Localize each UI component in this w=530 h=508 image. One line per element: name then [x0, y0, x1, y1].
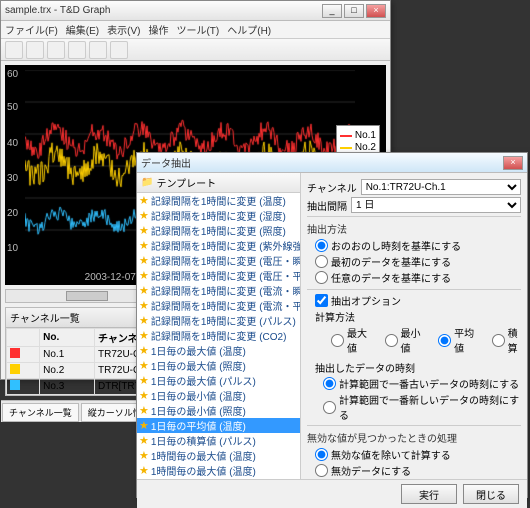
- template-item[interactable]: ★1日毎の最大値 (パルス): [137, 373, 300, 388]
- tool-5[interactable]: [89, 41, 107, 59]
- color-swatch: [10, 364, 20, 374]
- template-item[interactable]: ★記録間隔を1時間に変更 (紫外線強度): [137, 238, 300, 253]
- star-icon: ★: [139, 344, 149, 357]
- tool-6[interactable]: [110, 41, 128, 59]
- method-radio-1[interactable]: [315, 255, 328, 268]
- template-header: テンプレート: [156, 175, 216, 190]
- template-item[interactable]: ★1時間毎の最大値 (照度): [137, 478, 300, 479]
- template-item[interactable]: ★記録間隔を1時間に変更 (電流・瞬時値): [137, 283, 300, 298]
- calc-radio-max[interactable]: [331, 334, 344, 347]
- star-icon: ★: [139, 284, 149, 297]
- menubar: ファイル(F) 編集(E) 表示(V) 操作 ツール(T) ヘルプ(H): [1, 21, 390, 39]
- template-item[interactable]: ★記録間隔を1時間に変更 (パルス): [137, 313, 300, 328]
- star-icon: ★: [139, 374, 149, 387]
- template-item[interactable]: ★記録間隔を1時間に変更 (電圧・平均値): [137, 268, 300, 283]
- tool-2[interactable]: [26, 41, 44, 59]
- template-item[interactable]: ★1日毎の積算値 (パルス): [137, 433, 300, 448]
- template-item[interactable]: ★1日毎の最小値 (照度): [137, 403, 300, 418]
- calc-radio-sum[interactable]: [492, 334, 505, 347]
- star-icon: ★: [139, 329, 149, 342]
- template-item[interactable]: ★1時間毎の最大値 (温度): [137, 463, 300, 478]
- template-item[interactable]: ★1日毎の最小値 (温度): [137, 388, 300, 403]
- menu-edit[interactable]: 編集(E): [66, 22, 99, 37]
- main-titlebar[interactable]: sample.trx - T&D Graph _ □ ×: [1, 1, 390, 21]
- channel-select[interactable]: No.1:TR72U-Ch.1: [361, 179, 521, 195]
- extract-dialog: データ抽出 × 📁テンプレート ★記録間隔を1時間に変更 (温度)★記録間隔を1…: [136, 152, 528, 498]
- calc-radio-avg[interactable]: [438, 334, 451, 347]
- template-list[interactable]: ★記録間隔を1時間に変更 (温度)★記録間隔を1時間に変更 (湿度)★記録間隔を…: [137, 193, 300, 479]
- star-icon: ★: [139, 389, 149, 402]
- menu-file[interactable]: ファイル(F): [5, 22, 58, 37]
- invalid-radio-1[interactable]: [315, 464, 328, 477]
- option-checkbox[interactable]: [315, 294, 328, 307]
- star-icon: ★: [139, 209, 149, 222]
- menu-view[interactable]: 表示(V): [107, 22, 140, 37]
- star-icon: ★: [139, 224, 149, 237]
- template-item[interactable]: ★1日毎の最大値 (温度): [137, 343, 300, 358]
- ok-button[interactable]: 実行: [401, 484, 457, 504]
- color-swatch: [10, 380, 20, 390]
- color-swatch: [10, 348, 20, 358]
- dialog-title: データ抽出: [141, 155, 501, 170]
- star-icon: ★: [139, 314, 149, 327]
- template-item[interactable]: ★1日毎の最大値 (照度): [137, 358, 300, 373]
- template-item[interactable]: ★記録間隔を1時間に変更 (温度): [137, 193, 300, 208]
- star-icon: ★: [139, 299, 149, 312]
- folder-icon: 📁: [141, 177, 153, 188]
- timing-radio-0[interactable]: [323, 377, 336, 390]
- channel-label: チャンネル: [307, 180, 357, 195]
- main-title: sample.trx - T&D Graph: [5, 5, 320, 16]
- options-panel: チャンネルNo.1:TR72U-Ch.1 抽出間隔1 日 抽出方法 おのおのし時…: [301, 173, 527, 479]
- toolbar: [1, 39, 390, 61]
- dialog-titlebar[interactable]: データ抽出 ×: [137, 153, 527, 173]
- close-button[interactable]: ×: [366, 4, 386, 18]
- calc-radio-min[interactable]: [385, 334, 398, 347]
- interval-label: 抽出間隔: [307, 198, 347, 213]
- tool-3[interactable]: [47, 41, 65, 59]
- method-radio-2[interactable]: [315, 271, 328, 284]
- cancel-button[interactable]: 閉じる: [463, 484, 519, 504]
- template-item[interactable]: ★記録間隔を1時間に変更 (電流・平均値): [137, 298, 300, 313]
- timing-label: 抽出したデータの時刻: [315, 360, 521, 375]
- star-icon: ★: [139, 434, 149, 447]
- star-icon: ★: [139, 404, 149, 417]
- star-icon: ★: [139, 419, 149, 432]
- star-icon: ★: [139, 269, 149, 282]
- star-icon: ★: [139, 464, 149, 477]
- dialog-close-button[interactable]: ×: [503, 156, 523, 170]
- star-icon: ★: [139, 449, 149, 462]
- invalid-group-label: 無効な値が見つかったときの処理: [307, 430, 521, 445]
- template-item[interactable]: ★1時間毎の最大値 (温度): [137, 448, 300, 463]
- maximize-button[interactable]: □: [344, 4, 364, 18]
- interval-select[interactable]: 1 日: [351, 197, 521, 213]
- template-item[interactable]: ★記録間隔を1時間に変更 (電圧・瞬時値): [137, 253, 300, 268]
- star-icon: ★: [139, 254, 149, 267]
- template-item[interactable]: ★1日毎の平均値 (温度): [137, 418, 300, 433]
- menu-operate[interactable]: 操作: [148, 22, 168, 37]
- template-item[interactable]: ★記録間隔を1時間に変更 (湿度): [137, 208, 300, 223]
- star-icon: ★: [139, 239, 149, 252]
- star-icon: ★: [139, 359, 149, 372]
- tool-4[interactable]: [68, 41, 86, 59]
- minimize-button[interactable]: _: [322, 4, 342, 18]
- template-item[interactable]: ★記録間隔を1時間に変更 (CO2): [137, 328, 300, 343]
- template-item[interactable]: ★記録間隔を1時間に変更 (照度): [137, 223, 300, 238]
- timing-radio-1[interactable]: [323, 401, 336, 414]
- invalid-radio-0[interactable]: [315, 448, 328, 461]
- method-group-label: 抽出方法: [307, 221, 521, 236]
- method-radio-0[interactable]: [315, 239, 328, 252]
- tool-1[interactable]: [5, 41, 23, 59]
- tab-channel-list[interactable]: チャンネル一覧: [2, 403, 79, 422]
- menu-tools[interactable]: ツール(T): [176, 22, 219, 37]
- template-list-panel: 📁テンプレート ★記録間隔を1時間に変更 (温度)★記録間隔を1時間に変更 (湿…: [137, 173, 301, 479]
- star-icon: ★: [139, 194, 149, 207]
- calc-label: 計算方法: [315, 309, 521, 324]
- menu-help[interactable]: ヘルプ(H): [227, 22, 271, 37]
